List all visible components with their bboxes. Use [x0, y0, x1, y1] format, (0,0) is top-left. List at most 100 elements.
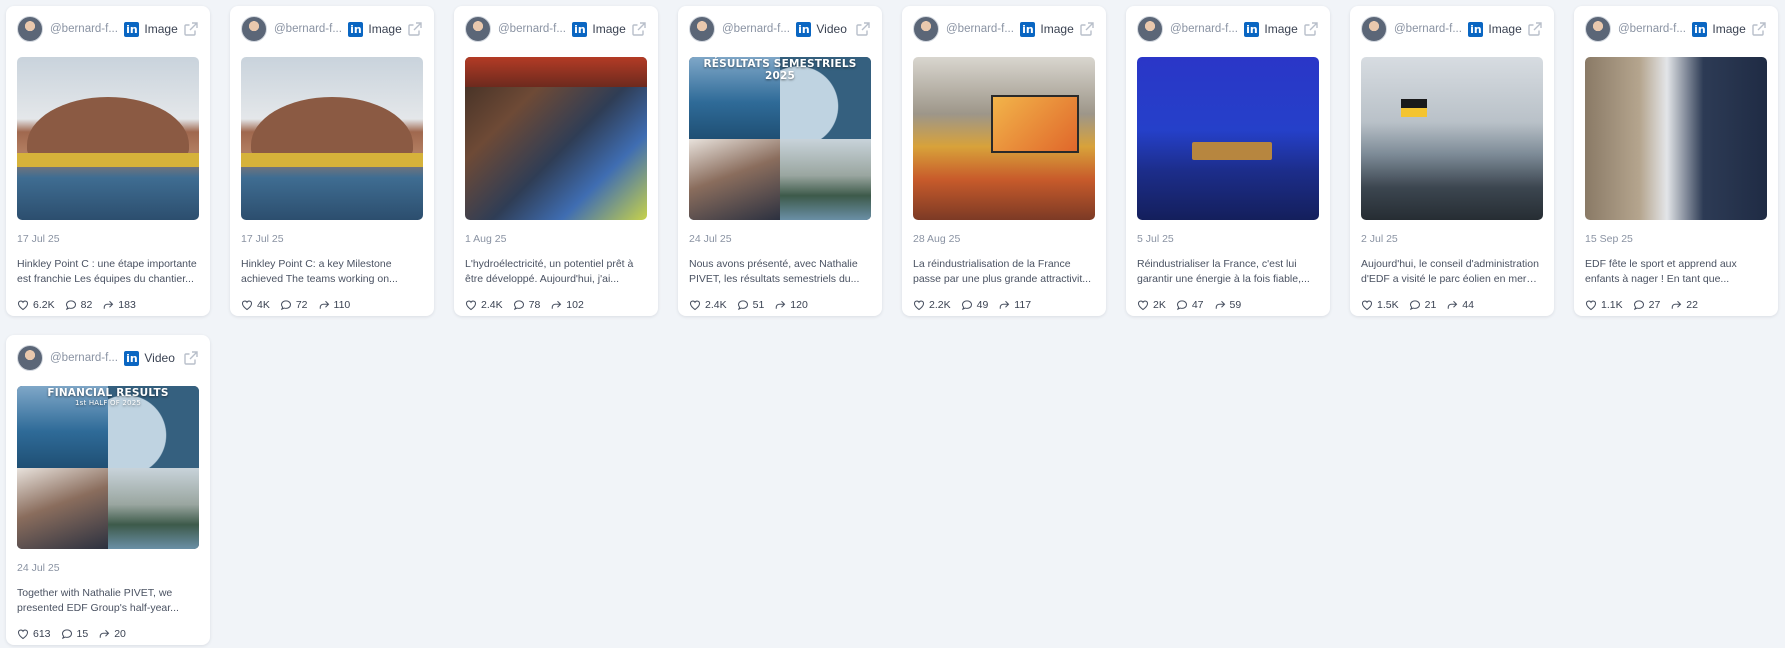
- share-icon: [1215, 300, 1225, 309]
- likes-stat: 1.5K: [1361, 299, 1399, 311]
- avatar[interactable]: [241, 16, 267, 42]
- share-icon: [1000, 300, 1010, 309]
- external-link-icon[interactable]: [407, 21, 423, 37]
- post-header: @bernard-f... in Image: [17, 16, 199, 42]
- author-handle[interactable]: @bernard-f...: [1618, 23, 1690, 35]
- post-date: 5 Jul 25: [1137, 233, 1174, 245]
- share-icon: [99, 629, 110, 638]
- post-video-thumbnail[interactable]: RÉSULTATS SEMESTRIELS 2025: [689, 57, 871, 220]
- author-handle[interactable]: @bernard-f...: [722, 23, 794, 35]
- post-header: @bernard-f... in Image: [241, 16, 423, 42]
- heart-icon: [1137, 300, 1149, 311]
- post-card[interactable]: @bernard-f... in Image 1 Aug 25 L'hydroé…: [454, 6, 658, 316]
- comments-stat: 51: [737, 299, 764, 311]
- shares-stat: 59: [1214, 299, 1241, 311]
- author-handle[interactable]: @bernard-f...: [50, 23, 122, 35]
- comments-count: 78: [528, 299, 541, 311]
- external-link-icon[interactable]: [1303, 21, 1319, 37]
- post-image[interactable]: [1361, 57, 1543, 220]
- thumbnail-subcaption: 1st HALF OF 2025: [74, 399, 142, 407]
- likes-stat: 2.4K: [465, 299, 503, 311]
- share-icon: [319, 300, 329, 309]
- post-date: 24 Jul 25: [689, 233, 732, 245]
- post-stats: 6.2K 82 183: [17, 299, 199, 311]
- avatar[interactable]: [1361, 16, 1387, 42]
- shares-stat: 102: [550, 299, 584, 311]
- post-image[interactable]: [913, 57, 1095, 220]
- post-text: Hinkley Point C : une étape importante e…: [17, 258, 197, 285]
- post-date: 24 Jul 25: [17, 562, 60, 574]
- avatar[interactable]: [1585, 16, 1611, 42]
- post-card[interactable]: @bernard-f... in Video RÉSULTATS SEMESTR…: [678, 6, 882, 316]
- post-card[interactable]: @bernard-f... in Image 17 Jul 25 Hinkley…: [6, 6, 210, 316]
- shares-stat: 20: [98, 628, 126, 640]
- post-video-thumbnail[interactable]: FINANCIAL RESULTS 1st HALF OF 2025: [17, 386, 199, 549]
- comments-stat: 78: [513, 299, 541, 311]
- external-link-icon[interactable]: [1751, 21, 1767, 37]
- avatar[interactable]: [689, 16, 715, 42]
- media-type-label: Image: [368, 22, 402, 36]
- author-handle[interactable]: @bernard-f...: [1394, 23, 1466, 35]
- likes-stat: 1.1K: [1585, 299, 1623, 311]
- heart-icon: [689, 300, 701, 311]
- post-image[interactable]: [241, 57, 423, 220]
- media-type-label: Video: [816, 22, 847, 36]
- author-handle[interactable]: @bernard-f...: [274, 23, 346, 35]
- comments-stat: 82: [65, 299, 92, 311]
- avatar[interactable]: [17, 345, 43, 371]
- avatar[interactable]: [465, 16, 491, 42]
- author-handle[interactable]: @bernard-f...: [1170, 23, 1242, 35]
- heart-icon: [17, 300, 29, 311]
- comments-count: 49: [976, 299, 989, 311]
- post-card[interactable]: @bernard-f... in Video FINANCIAL RESULTS…: [6, 335, 210, 645]
- author-handle[interactable]: @bernard-f...: [946, 23, 1018, 35]
- post-image[interactable]: [1585, 57, 1767, 220]
- post-card[interactable]: @bernard-f... in Image 17 Jul 25 Hinkley…: [230, 6, 434, 316]
- avatar[interactable]: [17, 16, 43, 42]
- post-header: @bernard-f... in Image: [913, 16, 1095, 42]
- avatar[interactable]: [1137, 16, 1163, 42]
- linkedin-icon: in: [348, 21, 364, 37]
- comments-count: 27: [1648, 299, 1661, 311]
- likes-count: 4K: [257, 299, 270, 311]
- post-date: 28 Aug 25: [913, 233, 961, 245]
- likes-count: 6.2K: [33, 299, 55, 311]
- post-card[interactable]: @bernard-f... in Image 5 Jul 25 Réindust…: [1126, 6, 1330, 316]
- external-link-icon[interactable]: [631, 21, 647, 37]
- comments-stat: 72: [280, 299, 308, 311]
- avatar[interactable]: [913, 16, 939, 42]
- author-handle[interactable]: @bernard-f...: [498, 23, 570, 35]
- post-date: 17 Jul 25: [241, 233, 284, 245]
- share-icon: [776, 300, 786, 309]
- posts-grid: @bernard-f... in Image 17 Jul 25 Hinkley…: [6, 6, 1778, 645]
- linkedin-icon: in: [124, 350, 140, 366]
- likes-count: 613: [33, 628, 51, 640]
- likes-count: 2K: [1153, 299, 1166, 311]
- post-image[interactable]: [465, 57, 647, 220]
- post-stats: 1.5K 21 44: [1361, 299, 1543, 311]
- media-type-label: Video: [144, 351, 175, 365]
- post-image[interactable]: [17, 57, 199, 220]
- shares-count: 120: [790, 299, 808, 311]
- post-image[interactable]: [1137, 57, 1319, 220]
- likes-stat: 4K: [241, 299, 270, 311]
- likes-stat: 2K: [1137, 299, 1166, 311]
- external-link-icon[interactable]: [1079, 21, 1095, 37]
- post-stats: 2.2K 49 117: [913, 299, 1095, 311]
- external-link-icon[interactable]: [183, 21, 199, 37]
- post-text: La réindustrialisation de la France pass…: [913, 258, 1092, 285]
- author-handle[interactable]: @bernard-f...: [50, 352, 122, 364]
- share-icon: [552, 300, 562, 309]
- shares-count: 110: [333, 299, 351, 311]
- external-link-icon[interactable]: [183, 350, 199, 366]
- post-card[interactable]: @bernard-f... in Image 15 Sep 25 EDF fêt…: [1574, 6, 1778, 316]
- likes-stat: 6.2K: [17, 299, 55, 311]
- external-link-icon[interactable]: [1527, 21, 1543, 37]
- linkedin-icon: in: [796, 21, 812, 37]
- linkedin-icon: in: [572, 21, 588, 37]
- post-card[interactable]: @bernard-f... in Image 2 Jul 25 Aujourd'…: [1350, 6, 1554, 316]
- post-card[interactable]: @bernard-f... in Image 28 Aug 25 La réin…: [902, 6, 1106, 316]
- linkedin-icon: in: [1244, 21, 1260, 37]
- external-link-icon[interactable]: [855, 21, 871, 37]
- post-text: EDF fête le sport et apprend aux enfants…: [1585, 258, 1737, 285]
